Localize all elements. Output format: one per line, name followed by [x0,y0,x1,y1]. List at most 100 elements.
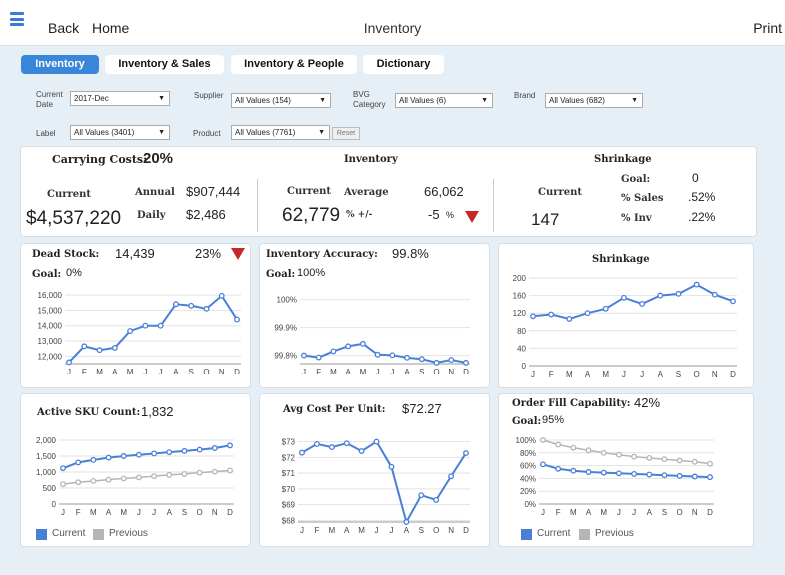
y-tick-label: 40% [520,474,536,483]
data-point [96,347,103,354]
tab-dictionary[interactable]: Dictionary [363,55,444,74]
data-point [181,447,188,454]
y-tick-label: 40 [517,344,526,353]
data-point [313,440,320,447]
tab-inventory-sales[interactable]: Inventory & Sales [105,55,224,74]
x-tick-label: D [227,508,233,517]
shrinkage-chart: 0 40 80 120 160 200 J F M A M J J A S O N D [513,274,737,377]
data-point [172,301,179,308]
current-date-label: Current Date [36,90,63,109]
hamburger-menu-icon[interactable] [10,12,24,26]
brand-label: Brand [514,91,536,100]
divider [257,179,258,232]
x-tick-label: M [90,508,97,517]
y-tick-label: 2,000 [36,436,57,445]
product-select[interactable]: All Values (7761) ▼ [231,125,330,140]
data-point [691,458,698,465]
x-tick-label: M [328,526,335,535]
x-tick-label: M [127,368,134,374]
y-tick-label: 12,000 [38,352,63,361]
x-tick-label: J [389,526,393,535]
x-tick-label: N [712,370,718,377]
active-sku-chart: 05001,0001,5002,000J F M A M J J A S O N D [36,436,234,517]
series-line [62,444,231,470]
data-point [433,496,440,503]
carrying-costs-label: Carrying Costs: [52,153,148,166]
reset-button[interactable]: Reset [332,127,360,140]
y-tick-label: $72 [282,453,296,462]
x-tick-label: A [173,368,179,374]
data-point [328,444,335,451]
y-tick-label: 80% [520,449,536,458]
y-tick-label: $68 [282,516,296,525]
current-value: $4,537,220 [26,208,122,229]
print-link[interactable]: Print [753,20,782,36]
down-arrow-icon [465,211,479,223]
data-point [548,311,555,318]
dead-stock-pct: 23% [195,246,222,261]
x-tick-label: J [622,370,626,377]
data-point [105,476,112,483]
x-tick-label: S [419,368,424,374]
data-point [299,449,305,456]
x-tick-label: J [61,508,65,517]
supplier-label: Supplier [194,91,224,100]
y-tick-label: $71 [282,469,296,478]
data-point [646,471,653,478]
data-point [343,440,350,447]
data-point [570,467,577,474]
shrinkage-card: Shrinkage 0 40 80 120 160 200 J F M A M J J A S O N D [498,243,754,388]
product-label: Product [193,129,221,138]
data-point [142,322,149,329]
x-tick-label: A [112,368,118,374]
dropdown-arrow-icon: ▼ [631,97,638,104]
x-tick-label: F [76,508,81,517]
data-point [166,471,173,478]
data-point [540,437,546,443]
data-point [203,305,210,312]
tab-inventory-people[interactable]: Inventory & People [231,55,357,74]
x-tick-label: J [375,526,379,535]
order-fill-title: Order Fill Capability: [512,398,631,409]
x-tick-label: F [314,526,319,535]
average-label: Average [344,187,389,198]
x-tick-label: A [658,370,664,377]
inventory-accuracy-chart: 99.8% 99.9% 100% J F M A M J J A S O N D [274,296,470,374]
x-tick-label: M [566,370,573,377]
order-fill-goal-value: 95% [542,414,565,426]
back-link[interactable]: Back [48,20,79,36]
pct-inv-value: .22% [688,210,716,224]
x-tick-label: N [448,368,454,374]
data-point [657,292,664,299]
data-point [105,454,112,461]
supplier-select[interactable]: All Values (154) ▼ [231,93,331,108]
legend-current-swatch [521,529,532,540]
data-point [166,449,173,456]
data-point [584,310,591,317]
series-line [542,463,711,479]
data-point [418,356,425,363]
pct-change-label: % +/- [346,210,373,220]
home-link[interactable]: Home [92,20,129,36]
y-tick-label: 99.8% [274,352,297,361]
inventory-accuracy-card: Inventory Accuracy: 99.8% Goal: 100% 99.… [259,243,490,388]
annual-label: Annual [135,187,175,198]
label-select[interactable]: All Values (3401) ▼ [70,125,170,140]
tab-inventory[interactable]: Inventory [21,55,99,74]
shrinkage-chart-title: Shrinkage [592,254,650,265]
x-tick-label: M [358,526,365,535]
data-point [600,449,607,456]
data-point [448,357,455,364]
current-date-select[interactable]: 2017-Dec ▼ [70,91,170,106]
x-tick-label: M [360,368,367,374]
data-point [711,291,718,298]
brand-select[interactable]: All Values (682) ▼ [545,93,643,108]
x-tick-label: D [463,368,469,374]
divider [493,179,494,232]
data-point [631,470,638,477]
y-tick-label: $70 [282,485,296,494]
x-tick-label: F [82,368,87,374]
x-tick-label: O [433,368,439,374]
avg-cost-chart: $68$69$70$71$72$73J F M A M J J A S O N D [282,438,470,535]
bvg-category-select[interactable]: All Values (6) ▼ [395,93,493,108]
